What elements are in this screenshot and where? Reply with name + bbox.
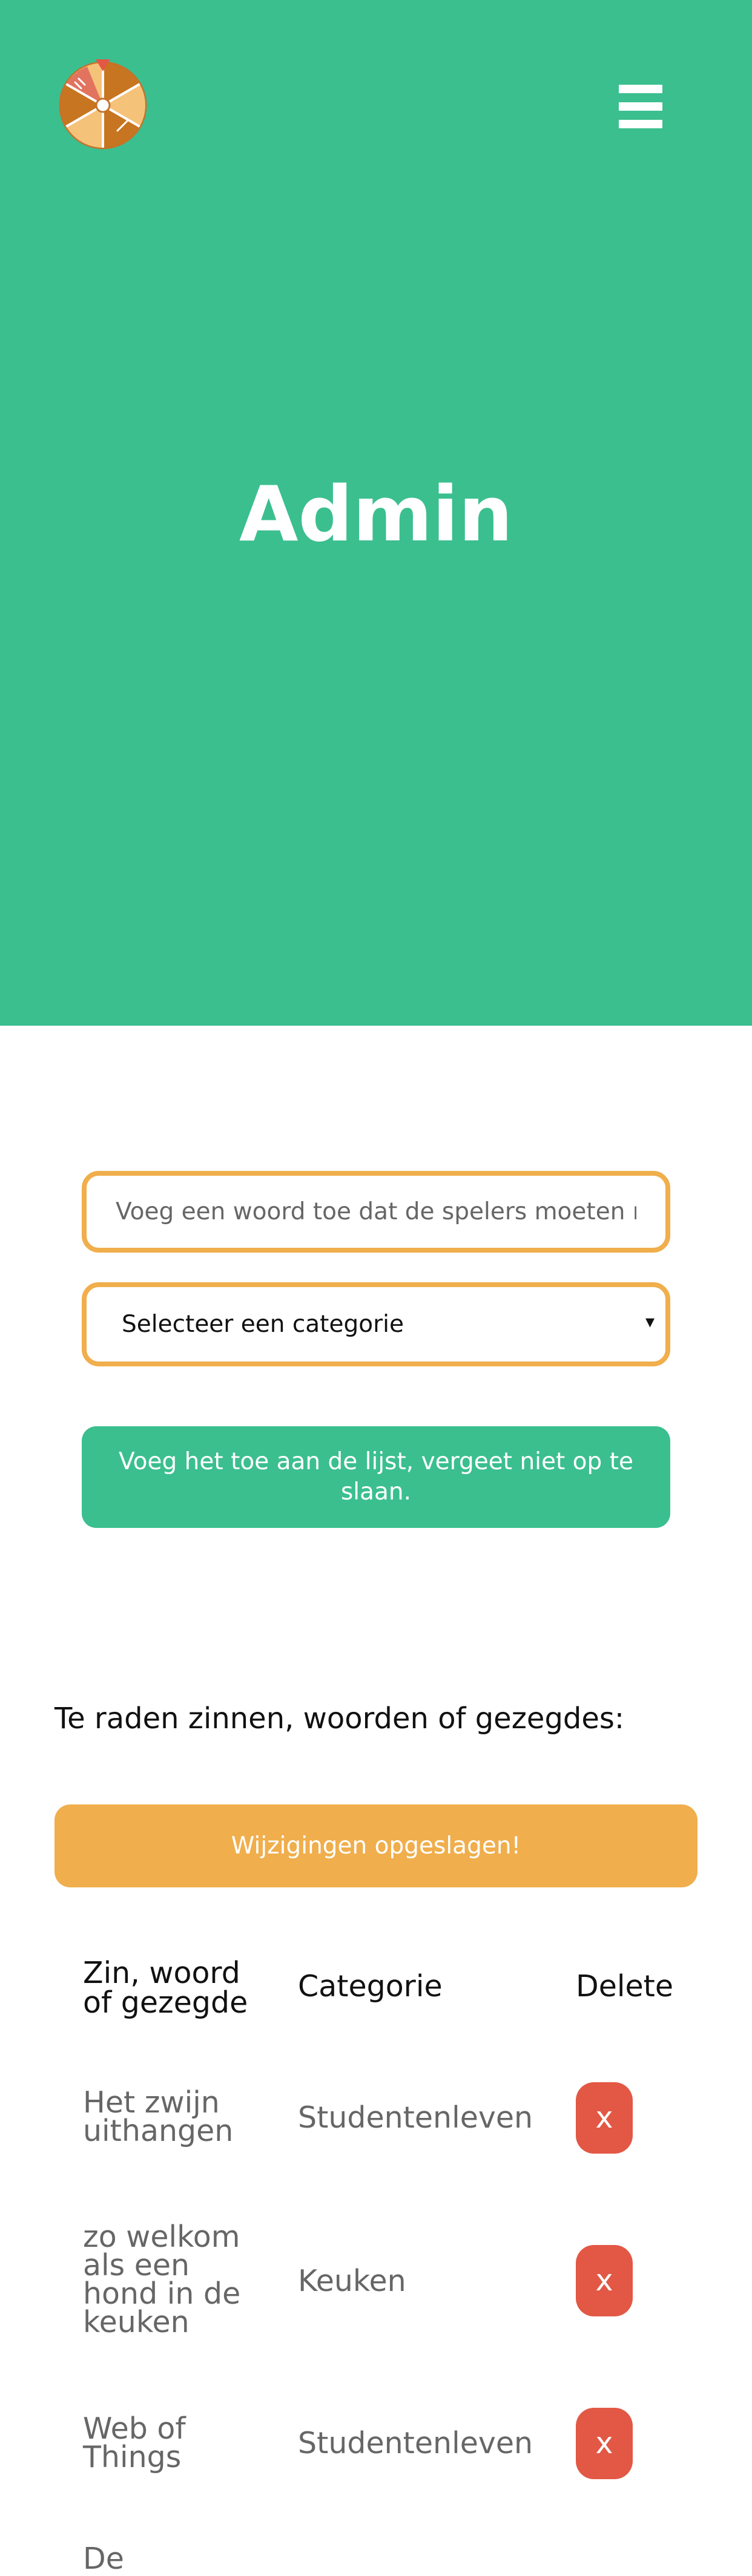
hero-header: Admin [0, 0, 752, 1026]
list-heading: Te raden zinnen, woorden of gezegdes: [54, 1702, 625, 1735]
row-category: Studentenleven [298, 2426, 533, 2460]
delete-button[interactable]: x [576, 2408, 633, 2479]
hamburger-menu-icon[interactable] [615, 85, 670, 133]
prize-wheel-icon[interactable] [57, 58, 149, 150]
chevron-down-icon: ▾ [645, 1311, 655, 1332]
menu-bar [619, 102, 662, 111]
row-word: De [83, 2542, 124, 2576]
menu-bar [619, 120, 662, 128]
row-category: Keuken [298, 2264, 406, 2298]
delete-button[interactable]: x [576, 2245, 633, 2316]
add-to-list-button[interactable]: Voeg het toe aan de lijst, vergeet niet … [82, 1426, 670, 1528]
menu-bar [619, 85, 662, 93]
delete-button[interactable]: x [576, 2082, 633, 2154]
word-input[interactable] [82, 1171, 670, 1253]
row-category: Studentenleven [298, 2100, 533, 2135]
row-word: zo welkom als een hond in de keuken [83, 2220, 241, 2339]
column-header-word: Zin, woord of gezegde [83, 1956, 248, 2020]
category-select-value: Selecteer een categorie [122, 1311, 404, 1338]
saved-message-banner: Wijzigingen opgeslagen! [54, 1804, 698, 1887]
column-header-category: Categorie [298, 1969, 443, 2004]
page-title: Admin [239, 470, 513, 559]
column-header-delete: Delete [576, 1969, 673, 2004]
row-word: Web of Things [83, 2411, 186, 2474]
category-select[interactable]: Selecteer een categorie ▾ [82, 1282, 670, 1366]
row-word: Het zwijn uithangen [83, 2085, 234, 2148]
